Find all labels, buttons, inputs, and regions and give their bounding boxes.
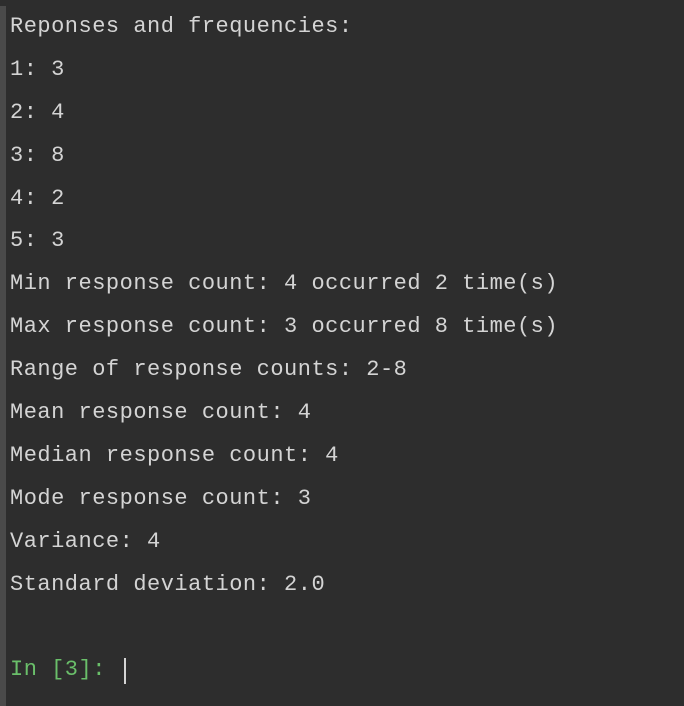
freq-key: 1 xyxy=(10,57,24,82)
freq-row-4: 4: 2 xyxy=(10,178,684,221)
freq-val: 3 xyxy=(51,57,65,82)
freq-key: 5 xyxy=(10,228,24,253)
median-line: Median response count: 4 xyxy=(10,435,684,478)
freq-val: 3 xyxy=(51,228,65,253)
max-line: Max response count: 3 occurred 8 time(s) xyxy=(10,306,684,349)
freq-row-2: 2: 4 xyxy=(10,92,684,135)
terminal-content: Reponses and frequencies: 1: 3 2: 4 3: 8… xyxy=(6,6,684,706)
freq-val: 8 xyxy=(51,143,65,168)
prompt-line[interactable]: In [3]: xyxy=(10,649,684,692)
prompt-text: In [3]: xyxy=(10,649,120,692)
mean-line: Mean response count: 4 xyxy=(10,392,684,435)
stddev-line: Standard deviation: 2.0 xyxy=(10,564,684,607)
freq-val: 2 xyxy=(51,186,65,211)
freq-key: 4 xyxy=(10,186,24,211)
mode-line: Mode response count: 3 xyxy=(10,478,684,521)
range-line: Range of response counts: 2-8 xyxy=(10,349,684,392)
freq-row-3: 3: 8 xyxy=(10,135,684,178)
output-header: Reponses and frequencies: xyxy=(10,6,684,49)
variance-line: Variance: 4 xyxy=(10,521,684,564)
freq-key: 3 xyxy=(10,143,24,168)
freq-key: 2 xyxy=(10,100,24,125)
min-line: Min response count: 4 occurred 2 time(s) xyxy=(10,263,684,306)
blank-line xyxy=(10,606,684,649)
freq-row-5: 5: 3 xyxy=(10,220,684,263)
cursor xyxy=(124,658,126,684)
freq-row-1: 1: 3 xyxy=(10,49,684,92)
freq-val: 4 xyxy=(51,100,65,125)
